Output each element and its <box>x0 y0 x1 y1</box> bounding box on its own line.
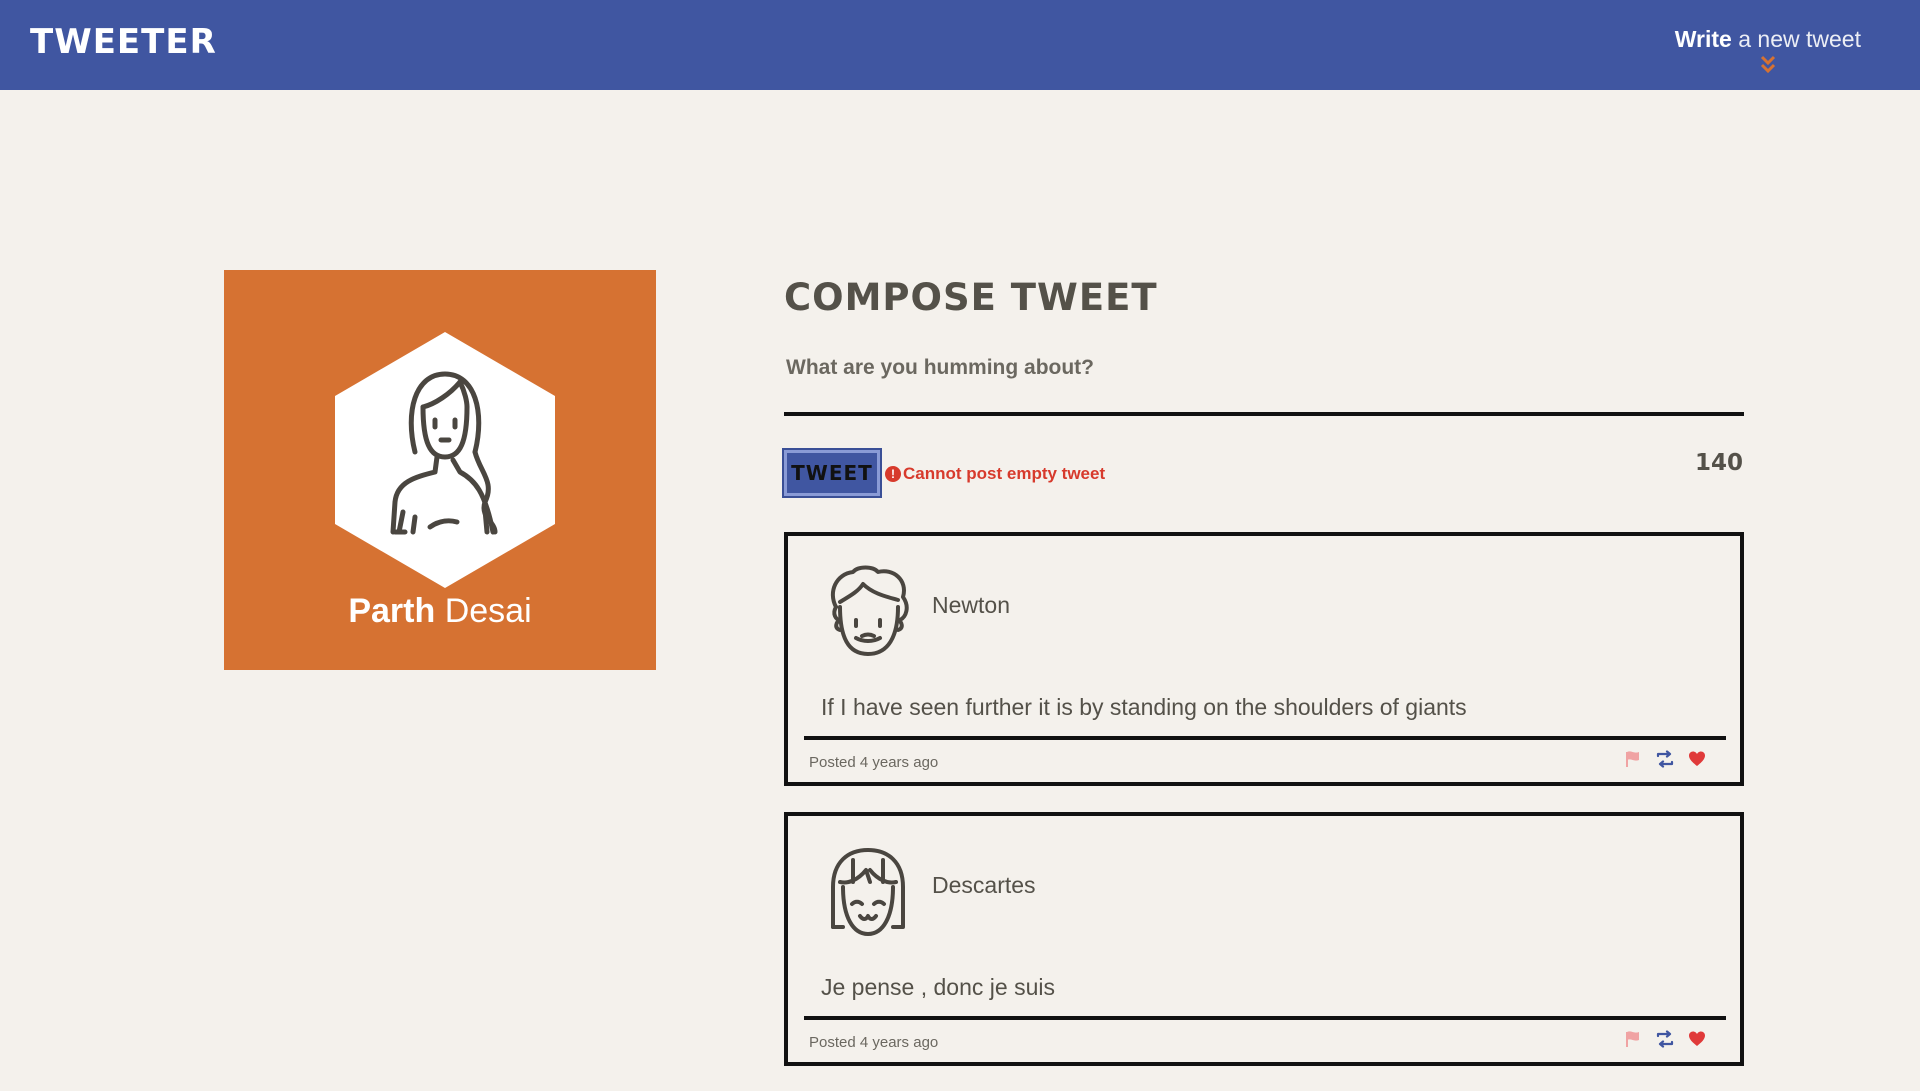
retweet-icon[interactable] <box>1656 750 1674 768</box>
brand-logo: TWEETER <box>30 22 217 62</box>
tweet-timestamp: Posted 4 years ago <box>809 1034 939 1051</box>
tweet-content: Je pense , donc je suis <box>821 974 1055 1000</box>
tweet-card: Descartes Je pense , donc je suis Posted… <box>784 812 1744 1066</box>
profile-first-name: Parth <box>348 592 436 630</box>
tweet-actions <box>1624 1030 1706 1048</box>
top-nav: TWEETER Write a new tweet <box>0 0 1920 90</box>
tweet-submit-button[interactable]: TWEET <box>782 448 882 498</box>
woman-avatar-icon <box>335 332 555 588</box>
flag-icon[interactable] <box>1624 750 1642 768</box>
heart-icon[interactable] <box>1688 750 1706 768</box>
write-new-tweet-toggle[interactable]: Write a new tweet <box>1675 26 1861 75</box>
write-label-rest: a new tweet <box>1738 26 1861 52</box>
curly-hair-avatar-icon <box>830 565 909 656</box>
bob-hair-avatar-icon <box>831 848 905 936</box>
error-message: ! Cannot post empty tweet <box>885 464 1105 484</box>
error-text: Cannot post empty tweet <box>903 464 1106 483</box>
tweet-divider <box>804 1016 1726 1020</box>
tweet-card: Newton If I have seen further it is by s… <box>784 532 1744 786</box>
tweet-text-input[interactable] <box>784 346 1744 416</box>
profile-last-name: Desai <box>444 592 532 630</box>
tweet-author: Newton <box>932 592 1010 618</box>
write-label-bold: Write <box>1674 26 1732 52</box>
double-chevron-down-icon <box>1760 55 1775 74</box>
flag-icon[interactable] <box>1624 1030 1642 1048</box>
tweet-author: Descartes <box>932 872 1036 898</box>
tweet-content: If I have seen further it is by standing… <box>821 694 1467 720</box>
compose-title: COMPOSE TWEET <box>784 276 1158 319</box>
retweet-icon[interactable] <box>1656 1030 1674 1048</box>
tweet-timestamp: Posted 4 years ago <box>809 754 939 771</box>
profile-name: Parth Desai <box>224 592 656 631</box>
char-counter: 140 <box>1694 450 1743 476</box>
exclamation-circle-icon: ! <box>885 466 901 482</box>
heart-icon[interactable] <box>1688 1030 1706 1048</box>
tweet-actions <box>1624 750 1706 768</box>
profile-card: Parth Desai <box>224 270 656 670</box>
tweet-divider <box>804 736 1726 740</box>
